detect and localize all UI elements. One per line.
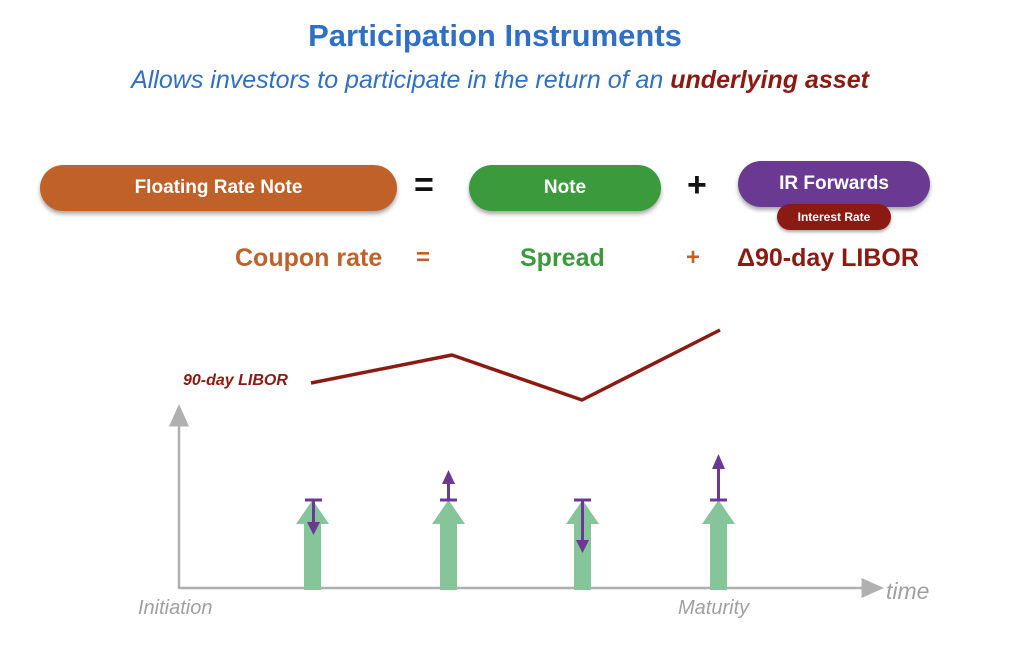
spread-bar xyxy=(432,500,465,590)
libor-line-label: 90-day LIBOR xyxy=(183,372,288,389)
coupon-diagram xyxy=(169,328,884,598)
time-axis-label: time xyxy=(886,578,930,604)
spread-bar xyxy=(702,500,735,590)
libor-change-arrow-up xyxy=(710,454,727,502)
libor-change-arrow-up xyxy=(440,470,457,502)
libor-line xyxy=(310,328,721,402)
initiation-label: Initiation xyxy=(138,597,213,619)
maturity-label: Maturity xyxy=(678,597,750,619)
